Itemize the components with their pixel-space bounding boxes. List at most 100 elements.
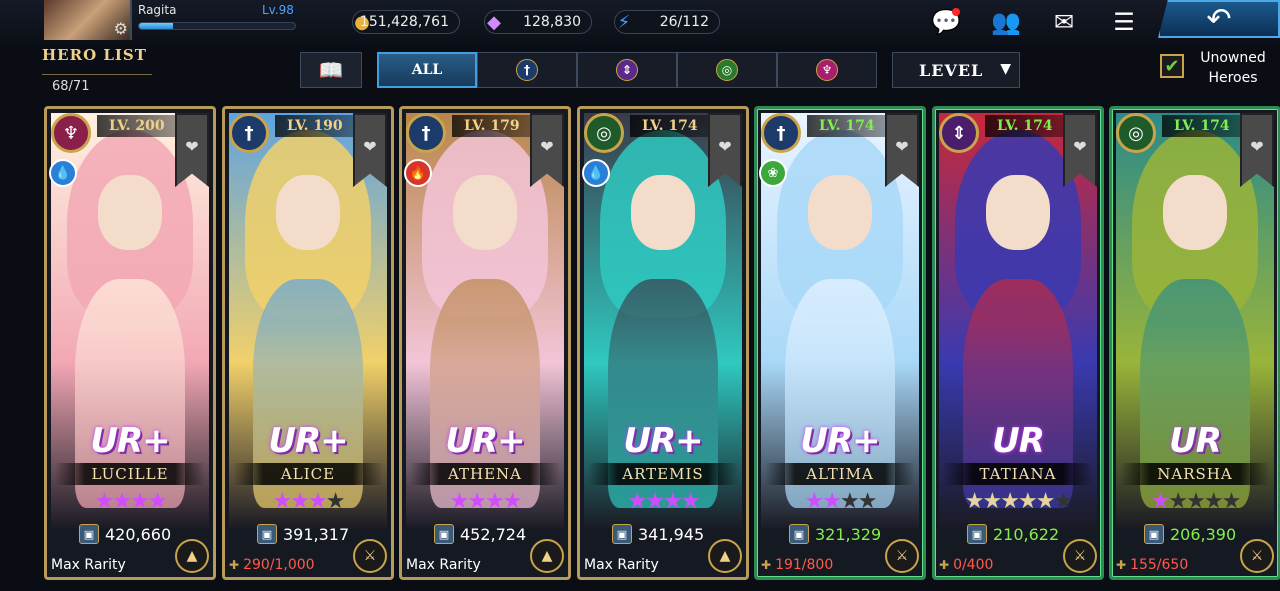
star-rating: ★★★★ [757, 489, 923, 515]
hero-rarity: UR+ [90, 421, 170, 461]
hero-count: 68/71 [52, 79, 90, 94]
back-arrow-icon: ↶ [1206, 1, 1232, 37]
star-icon: ★ [1186, 489, 1206, 514]
hero-level: LV. 190 [275, 115, 353, 137]
star-rating: ★★★★ [402, 489, 568, 515]
star-icon: ★ [1053, 489, 1073, 514]
upgrade-button[interactable]: ▲ [175, 539, 209, 573]
heart-icon: ❤ [1073, 137, 1087, 156]
hero-rarity: UR+ [445, 421, 525, 461]
heart-icon: ❤ [718, 137, 732, 156]
hero-card[interactable]: † 🔥 LV. 179 ❤ UR+ ATHENA ★★★★ ▣ 452,724 Max Rarit… [399, 106, 571, 580]
summon-button[interactable]: ⚔ [353, 539, 387, 573]
lance-class-icon: ⇕ [616, 59, 638, 81]
star-icon: ★ [1035, 489, 1056, 514]
chat-icon[interactable]: 💬 [930, 8, 962, 36]
star-icon: ★ [1000, 489, 1020, 514]
combat-power-value: 391,317 [283, 524, 350, 544]
gear-icon[interactable]: ⚙ [114, 19, 128, 38]
top-bar: ⚙ Ragita Lv.98 ● 151,428,761 ◆ 128,830 ⚡… [0, 0, 1280, 44]
star-icon: ★ [325, 489, 346, 514]
class-icon: ◎ [584, 113, 624, 153]
hero-card[interactable]: † LV. 190 ❤ UR+ ALICE ★★★★ ▣ 391,317 ✚ 290/1,000 ⚔ [222, 106, 394, 580]
star-rating: ★★★★ [47, 489, 213, 515]
friends-icon[interactable]: 👥 [990, 8, 1022, 36]
fragment-progress: ✚ 290/1,000 [229, 557, 315, 573]
bow-class-icon: ◎ [716, 59, 738, 81]
upgrade-button[interactable]: ▲ [530, 539, 564, 573]
combat-power-value: 341,945 [638, 524, 705, 544]
power-icon: ▣ [257, 524, 277, 544]
class-icon: † [406, 113, 446, 153]
combat-power: ▣ 391,317 [257, 523, 349, 545]
player-level: Lv.98 [262, 3, 294, 17]
filter-staff-class[interactable]: ♆ [777, 52, 877, 88]
bottom-text: 155/650 [1130, 557, 1189, 573]
power-icon: ▣ [1144, 524, 1164, 544]
heart-icon: ❤ [540, 137, 554, 156]
unowned-heroes-checkbox[interactable]: ✔ [1160, 54, 1184, 78]
xp-bar [138, 22, 296, 30]
summon-button[interactable]: ⚔ [885, 539, 919, 573]
hero-level: LV. 200 [97, 115, 175, 137]
star-icon: ★ [449, 489, 470, 514]
heart-icon: ❤ [185, 137, 199, 156]
summon-button[interactable]: ⚔ [1063, 539, 1097, 573]
power-icon: ▣ [79, 524, 99, 544]
filter-lance-class[interactable]: ⇕ [577, 52, 677, 88]
bottom-text: Max Rarity [584, 557, 659, 573]
hero-name: ALTIMA [765, 463, 915, 485]
power-icon: ▣ [434, 524, 454, 544]
title-divider [42, 74, 152, 75]
star-icon: ★ [680, 489, 701, 514]
star-rating: ★★★★ [580, 489, 746, 515]
player-name: Ragita [138, 3, 177, 17]
hero-book-button[interactable]: 📖 [300, 52, 362, 88]
combat-power: ▣ 452,724 [434, 523, 526, 545]
mail-icon[interactable]: ✉ [1048, 8, 1080, 36]
star-icon: ★ [94, 489, 115, 514]
book-icon: 📖 [318, 58, 344, 82]
stamina-counter[interactable]: ⚡ 26/112 [614, 10, 720, 34]
hero-card[interactable]: ◎ LV. 174 ❤ UR NARSHA ★★★★★ ▣ 206,390 ✚ 155/650 ⚔ [1109, 106, 1280, 580]
hero-rarity: UR+ [623, 421, 703, 461]
star-icon: ★ [645, 489, 665, 514]
hero-card[interactable]: ⇕ LV. 174 ❤ UR TATIANA ★★★★★★ ▣ 210,622 ✚ 0/400 ⚔ [932, 106, 1104, 580]
class-icon: † [761, 113, 801, 153]
notification-dot [952, 8, 960, 16]
fragment-progress: ✚ 0/400 [939, 557, 993, 573]
crystal-counter[interactable]: ◆ 128,830 [484, 10, 592, 34]
hero-name: ATHENA [410, 463, 560, 485]
filter-bow-class[interactable]: ◎ [677, 52, 777, 88]
upgrade-button[interactable]: ▲ [708, 539, 742, 573]
star-icon: ★ [485, 489, 505, 514]
fire-element-icon: 🔥 [404, 159, 432, 187]
menu-icon[interactable]: ☰ [1108, 8, 1140, 36]
hero-card[interactable]: † ❀ LV. 174 ❤ UR+ ALTIMA ★★★★ ▣ 321,329 ✚ 191/800 ⚔ [754, 106, 926, 580]
hero-name: NARSHA [1120, 463, 1270, 485]
wind-element-icon: ❀ [759, 159, 787, 187]
summon-button[interactable]: ⚔ [1240, 539, 1274, 573]
combat-power: ▣ 210,622 [967, 523, 1059, 545]
player-avatar[interactable]: ⚙ [44, 0, 132, 40]
hero-card[interactable]: ♆ 💧 LV. 200 ❤ UR+ LUCILLE ★★★★ ▣ 420,660 Max Rari… [44, 106, 216, 580]
hero-name: ALICE [233, 463, 383, 485]
filter-all[interactable]: ALL [377, 52, 477, 88]
gold-counter[interactable]: ● 151,428,761 [352, 10, 460, 34]
unowned-heroes-label[interactable]: Unowned Heroes [1192, 48, 1274, 88]
star-icon: ★ [840, 489, 860, 514]
filter-sword-class[interactable]: † [477, 52, 577, 88]
star-icon: ★ [1221, 489, 1242, 514]
back-button[interactable]: ↶ [1158, 0, 1280, 38]
star-icon: ★ [804, 489, 825, 514]
combat-power: ▣ 420,660 [79, 523, 171, 545]
fragment-progress: ✚ 155/650 [1116, 557, 1188, 573]
sort-dropdown[interactable]: LEVEL ▼ [892, 52, 1020, 88]
heart-icon: ❤ [895, 137, 909, 156]
class-icon: ◎ [1116, 113, 1156, 153]
hero-card[interactable]: ◎ 💧 LV. 174 ❤ UR+ ARTEMIS ★★★★ ▣ 341,945 Max Rari… [577, 106, 749, 580]
page-title: HERO LIST [42, 46, 147, 64]
water-element-icon: 💧 [49, 159, 77, 187]
bottom-text: Max Rarity [51, 557, 126, 573]
gold-value: 151,428,761 [359, 14, 449, 30]
